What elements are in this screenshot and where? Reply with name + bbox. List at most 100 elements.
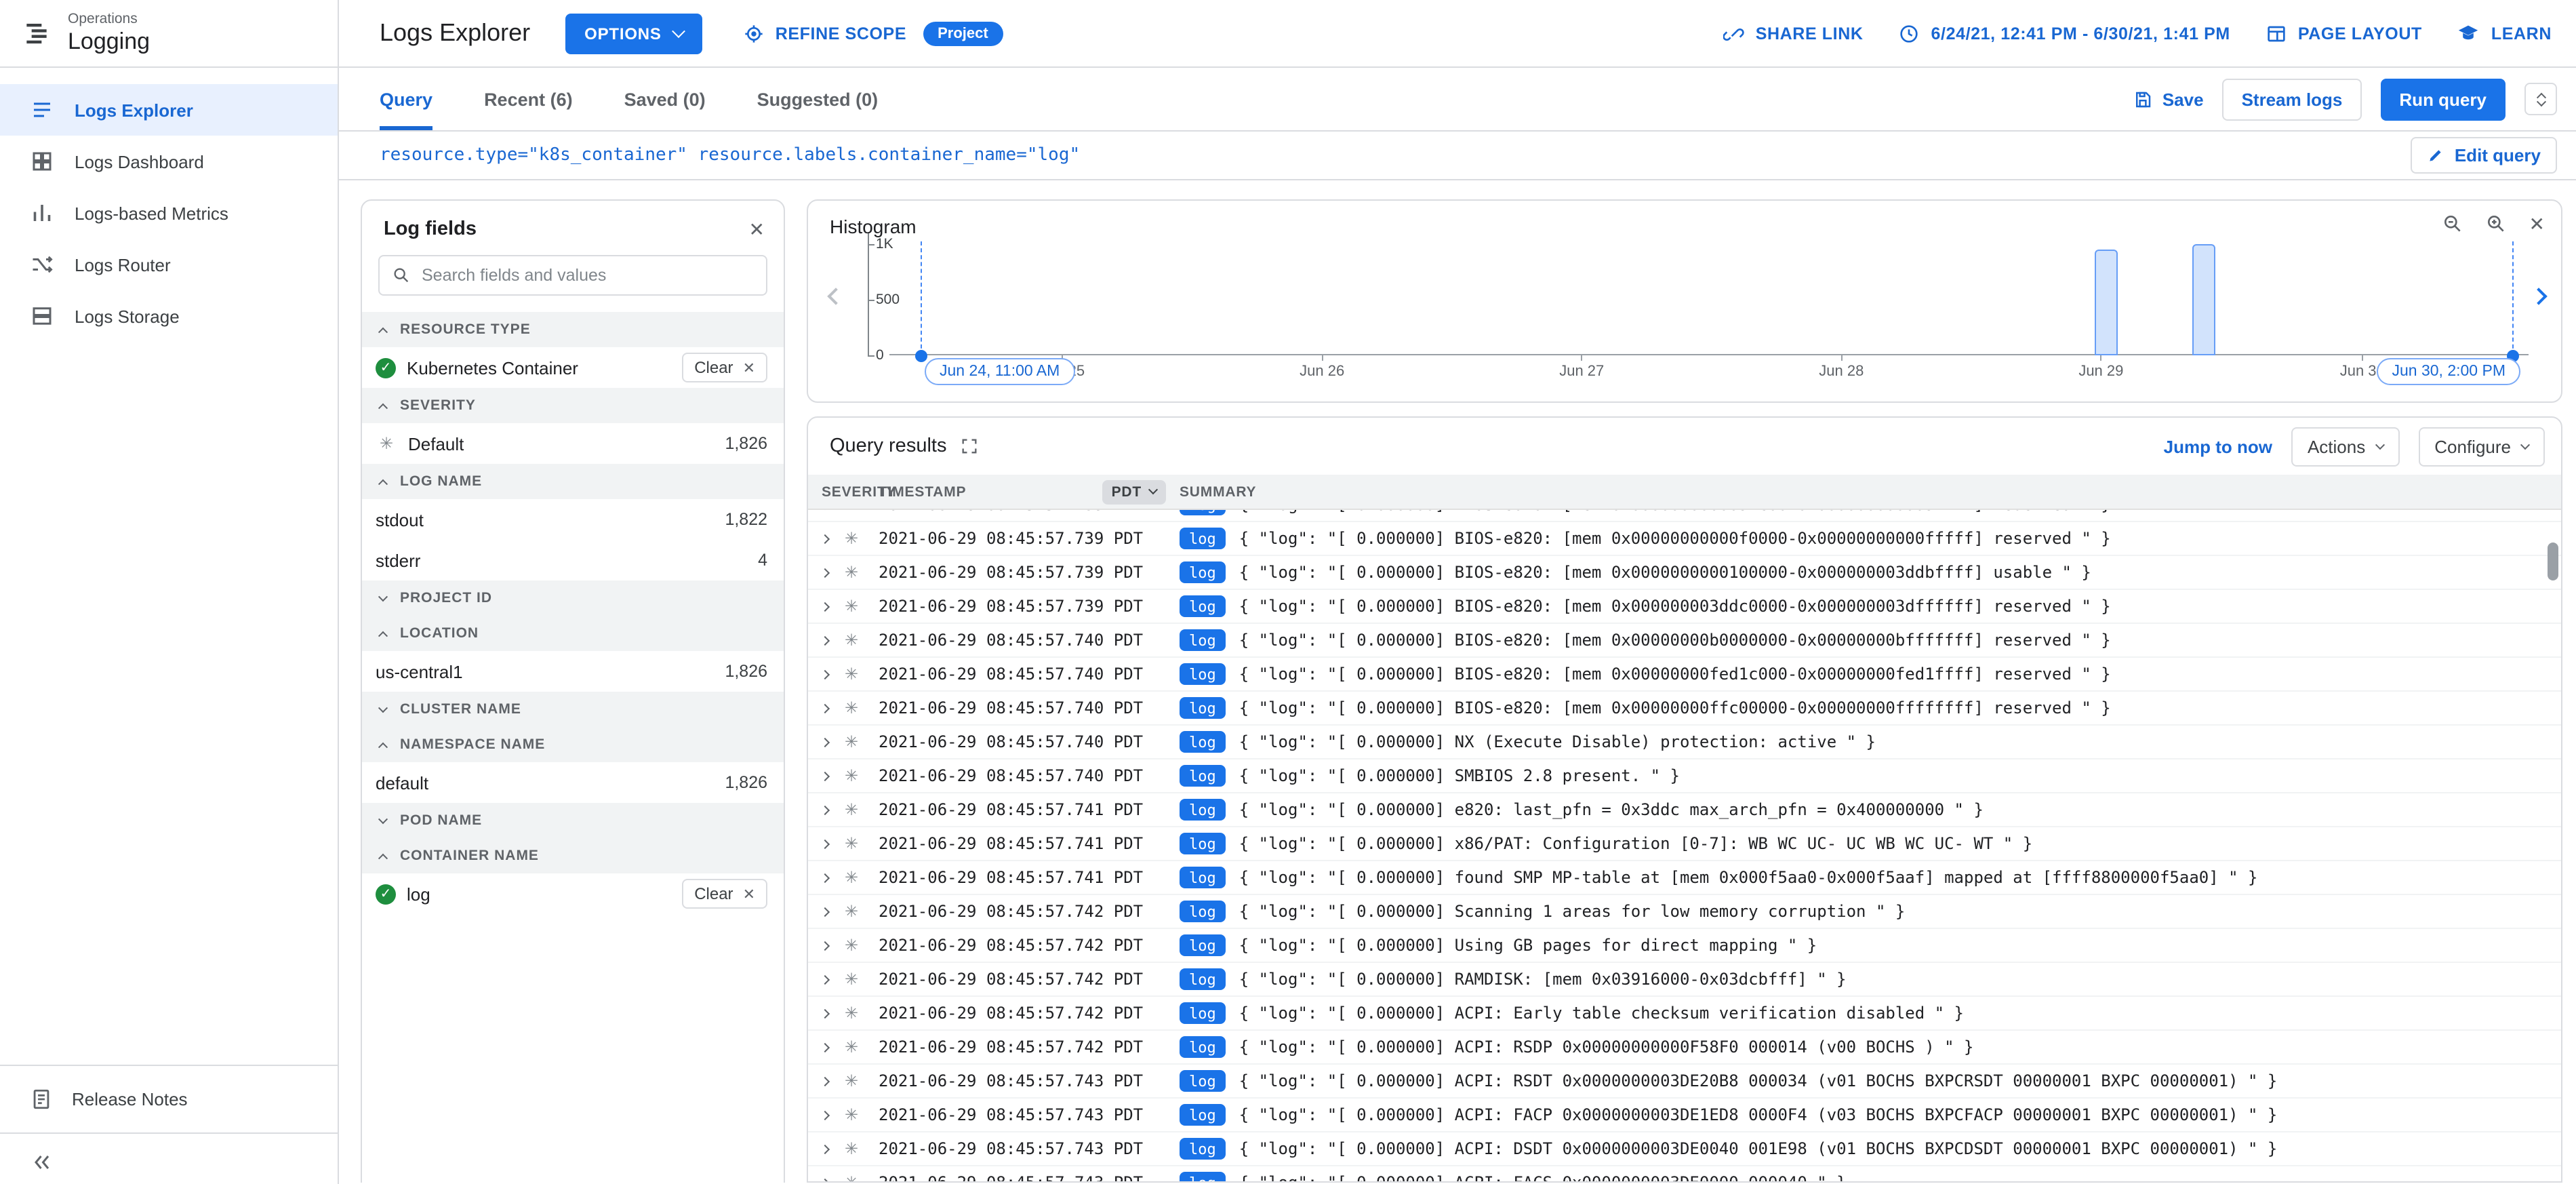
results-scrollbar-thumb[interactable] [2548,542,2558,580]
query-text[interactable]: resource.type="k8s_container" resource.l… [380,145,2411,165]
collapse-sidebar-button[interactable] [0,1132,338,1184]
refine-scope-button[interactable]: REFINE SCOPE [743,22,906,44]
log-name-chip[interactable]: log [1180,1070,1226,1092]
table-row[interactable]: ✳ 2021-06-29 08:45:57.742 PDT log { "log": … [808,997,2561,1031]
log-name-chip[interactable]: log [1180,1172,1226,1181]
run-query-button[interactable]: Run query [2380,78,2505,120]
table-row[interactable]: ✳ 2021-06-29 08:45:57.741 PDT log { "log": … [808,793,2561,827]
field-value-us-central1[interactable]: us-central1 1,826 [362,651,784,692]
expand-row-icon[interactable] [820,567,830,578]
tab-saved[interactable]: Saved (0) [624,68,706,130]
expand-row-icon[interactable] [820,1143,830,1154]
configure-button[interactable]: Configure [2418,427,2545,466]
timezone-selector[interactable]: PDT [1102,479,1166,504]
sidebar-item-logs-based-metrics[interactable]: Logs-based Metrics [0,187,338,239]
log-name-chip[interactable]: log [1180,1104,1226,1126]
table-row[interactable]: ✳2021-06-29 08:45:57.739 PDTlog{ "log": … [808,510,2561,522]
table-row[interactable]: ✳ 2021-06-29 08:45:57.742 PDT log { "log": … [808,963,2561,997]
expand-row-icon[interactable] [820,736,830,747]
table-row[interactable]: ✳ 2021-06-29 08:45:57.742 PDT log { "log": … [808,895,2561,929]
field-value-kubernetes-container[interactable]: ✓ Kubernetes Container Clear ✕ [362,347,784,388]
log-name-chip[interactable]: log [1180,833,1226,854]
expand-row-icon[interactable] [820,1177,830,1181]
log-name-chip[interactable]: log [1180,934,1226,956]
table-row[interactable]: ✳2021-06-29 08:45:57.739 PDTlog{ "log": … [808,556,2561,590]
histogram-prev-button[interactable] [827,285,845,309]
table-row[interactable]: ✳ 2021-06-29 08:45:57.743 PDT log { "log": … [808,1132,2561,1166]
log-name-chip[interactable]: log [1180,968,1226,990]
field-section-severity[interactable]: SEVERITY [362,388,784,423]
jump-to-now-button[interactable]: Jump to now [2164,436,2272,456]
log-name-chip[interactable]: log [1180,799,1226,821]
field-value-stdout[interactable]: stdout 1,822 [362,499,784,540]
sidebar-item-logs-storage[interactable]: Logs Storage [0,290,338,342]
log-fields-search[interactable] [378,255,767,296]
share-link-button[interactable]: SHARE LINK [1723,22,1864,44]
expand-row-icon[interactable] [820,1042,830,1052]
field-section-namespace-name[interactable]: NAMESPACE NAME [362,727,784,762]
table-row[interactable]: ✳ 2021-06-29 08:45:57.740 PDT log { "log": … [808,624,2561,658]
field-section-project-id[interactable]: PROJECT ID [362,580,784,616]
expand-row-icon[interactable] [820,1109,830,1120]
time-range-button[interactable]: 6/24/21, 12:41 PM - 6/30/21, 1:41 PM [1899,22,2230,44]
table-row[interactable]: ✳ 2021-06-29 08:45:57.740 PDT log { "log": … [808,658,2561,692]
close-histogram-icon[interactable]: ✕ [2529,214,2545,233]
table-row[interactable]: ✳ 2021-06-29 08:45:57.742 PDT log { "log": … [808,1031,2561,1065]
field-section-log-name[interactable]: LOG NAME [362,464,784,499]
log-name-chip[interactable]: log [1180,765,1226,787]
table-row[interactable]: ✳ 2021-06-29 08:45:57.741 PDT log { "log": … [808,827,2561,861]
field-section-location[interactable]: LOCATION [362,616,784,651]
page-layout-button[interactable]: PAGE LAYOUT [2266,22,2422,44]
log-name-chip[interactable]: log [1180,629,1226,651]
log-name-chip[interactable]: log [1180,867,1226,888]
log-name-chip[interactable]: log [1180,731,1226,753]
table-row[interactable]: ✳ 2021-06-29 08:45:57.742 PDT log { "log": … [808,929,2561,963]
expand-results-icon[interactable] [960,437,979,456]
log-name-chip[interactable]: log [1180,663,1226,685]
sidebar-item-logs-dashboard[interactable]: Logs Dashboard [0,136,338,187]
field-section-container-name[interactable]: CONTAINER NAME [362,838,784,873]
search-fields-input[interactable] [422,266,754,285]
histogram-next-button[interactable] [2530,285,2548,309]
tab-suggested[interactable]: Suggested (0) [757,68,879,130]
histogram-bar[interactable] [2095,250,2118,355]
clear-filter-button[interactable]: Clear ✕ [682,879,767,909]
expand-row-icon[interactable] [820,1008,830,1019]
stream-logs-button[interactable]: Stream logs [2222,78,2362,120]
clear-filter-button[interactable]: Clear ✕ [682,353,767,382]
sidebar-item-release-notes[interactable]: Release Notes [0,1065,338,1132]
sidebar-item-logs-router[interactable]: Logs Router [0,239,338,290]
expand-row-icon[interactable] [820,533,830,544]
log-name-chip[interactable]: log [1180,561,1226,583]
log-name-chip[interactable]: log [1180,697,1226,719]
field-section-resource-type[interactable]: RESOURCE TYPE [362,312,784,347]
tab-recent[interactable]: Recent (6) [484,68,573,130]
table-row[interactable]: ✳ 2021-06-29 08:45:57.740 PDT log { "log": … [808,759,2561,793]
field-value-default[interactable]: default 1,826 [362,762,784,803]
range-start-handle[interactable] [915,350,927,362]
table-row[interactable]: ✳2021-06-29 08:45:57.739 PDTlog{ "log": … [808,590,2561,624]
actions-button[interactable]: Actions [2291,427,2400,466]
expand-row-icon[interactable] [820,804,830,815]
expand-row-icon[interactable] [820,703,830,713]
table-row[interactable]: ✳ 2021-06-29 08:45:57.740 PDT log { "log": … [808,692,2561,726]
expand-row-icon[interactable] [820,669,830,679]
expand-row-icon[interactable] [820,872,830,883]
expand-row-icon[interactable] [820,1076,830,1086]
log-name-chip[interactable]: log [1180,510,1226,515]
field-value-stderr[interactable]: stderr 4 [362,540,784,580]
range-end-pill[interactable]: Jun 30, 2:00 PM [2377,358,2520,385]
expand-row-icon[interactable] [820,906,830,917]
tab-query[interactable]: Query [380,68,432,130]
expand-row-icon[interactable] [820,601,830,612]
range-start-pill[interactable]: Jun 24, 11:00 AM [925,358,1075,385]
expand-row-icon[interactable] [820,838,830,849]
edit-query-button[interactable]: Edit query [2411,137,2557,174]
expand-row-icon[interactable] [820,770,830,781]
field-section-pod-name[interactable]: POD NAME [362,803,784,838]
scope-project-chip[interactable]: Project [923,21,1003,45]
table-row[interactable]: ✳2021-06-29 08:45:57.739 PDTlog{ "log": … [808,522,2561,556]
log-name-chip[interactable]: log [1180,1138,1226,1160]
log-name-chip[interactable]: log [1180,1036,1226,1058]
log-name-chip[interactable]: log [1180,595,1226,617]
